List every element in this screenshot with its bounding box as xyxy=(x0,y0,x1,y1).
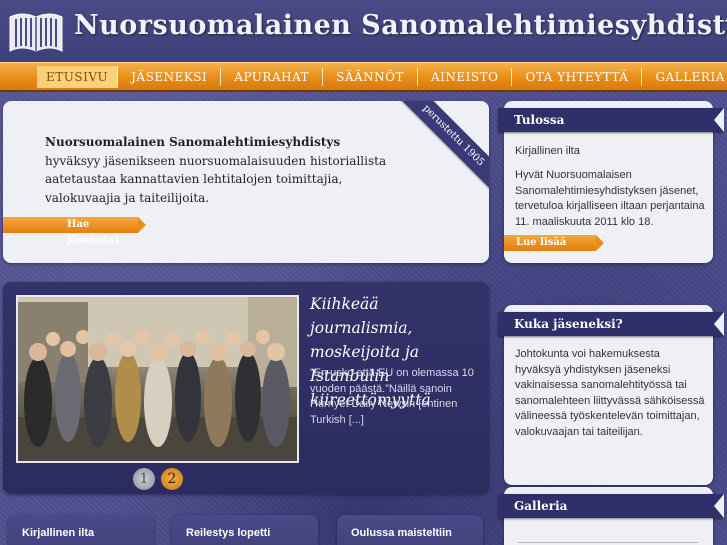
event-title[interactable]: Kirjallinen ilta xyxy=(515,144,707,160)
nav-item-ota-yhteytta[interactable]: OTA YHTEYTTÄ xyxy=(512,67,643,86)
intro-org-name: Nuorsuomalainen Sanomalehtimiesyhdistys xyxy=(45,135,341,149)
membership-panel: Kuka jäseneksi? Johtokunta voi hakemukse… xyxy=(498,305,724,485)
founded-ribbon: perustettu 1905 xyxy=(395,101,489,194)
nav-item-jaseneksi[interactable]: JÄSENEKSI xyxy=(118,67,222,86)
news-card-1[interactable]: Kirjallinen ilta xyxy=(8,515,154,545)
slider-dot-1[interactable]: 1 xyxy=(133,468,155,490)
event-description: Hyvät Nuorsuomalaisen Sanomalehtimiesyhd… xyxy=(515,169,705,228)
nav-item-saannot[interactable]: SÄÄNNÖT xyxy=(323,67,419,86)
intro-text: Nuorsuomalainen Sanomalehtimiesyhdistys … xyxy=(45,133,395,207)
main-nav: ETUSIVU JÄSENEKSI APURAHAT SÄÄNNÖT AINEI… xyxy=(0,62,727,92)
slide-excerpt: ”En usko että EU on olemassa 10 vuoden p… xyxy=(310,367,474,426)
join-button[interactable]: Hae jäseneksi xyxy=(3,217,146,246)
nav-item-etusivu[interactable]: ETUSIVU xyxy=(37,65,119,88)
slider-dot-2[interactable]: 2 xyxy=(161,468,183,490)
membership-description: Johtokunta voi hakemuksesta hyväksyä yhd… xyxy=(515,348,705,438)
site-title[interactable]: Nuorsuomalainen Sanomalehtimiesyhdistys xyxy=(74,10,727,41)
nav-item-apurahat[interactable]: APURAHAT xyxy=(221,67,324,86)
upcoming-heading: Tulossa xyxy=(498,108,724,132)
site-header: Nuorsuomalainen Sanomalehtimiesyhdistys xyxy=(0,0,727,62)
gallery-heading: Galleria xyxy=(498,494,724,518)
newspaper-logo-icon[interactable] xyxy=(8,9,64,53)
news-card-3[interactable]: Oulussa maisteltiin xyxy=(337,515,483,545)
featured-slider: Kiihkeää journalismia, moskeijoita ja Is… xyxy=(3,282,489,494)
nav-item-galleria[interactable]: GALLERIA xyxy=(642,68,727,86)
intro-description: hyväksyy jäsenikseen nuorsuomalaisuuden … xyxy=(45,153,387,205)
intro-panel: perustettu 1905 Nuorsuomalainen Sanomale… xyxy=(3,101,489,263)
read-more-button[interactable]: Lue lisää xyxy=(504,235,604,251)
news-card-2[interactable]: Reilestys lopetti xyxy=(172,515,318,545)
upcoming-panel: Tulossa Kirjallinen ilta Hyvät Nuorsuoma… xyxy=(498,101,724,263)
slide-photo[interactable] xyxy=(16,295,299,463)
membership-heading: Kuka jäseneksi? xyxy=(498,312,724,336)
group-photo-image xyxy=(18,297,297,461)
nav-item-aineisto[interactable]: AINEISTO xyxy=(418,67,513,86)
gallery-panel: Galleria xyxy=(498,487,724,545)
